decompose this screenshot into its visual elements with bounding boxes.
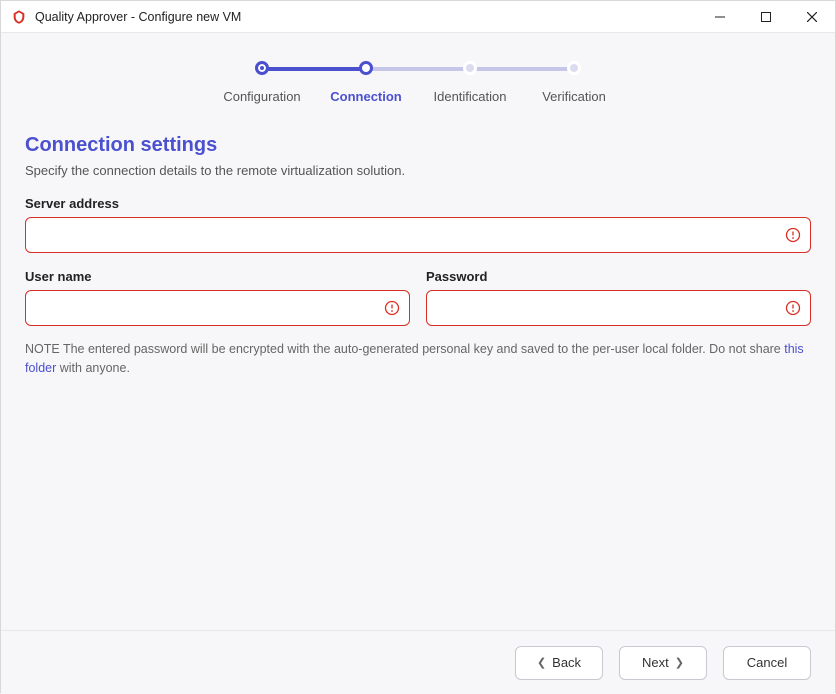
username-label: User name [25,269,410,284]
section-title: Connection settings [25,134,811,157]
password-label: Password [426,269,811,284]
cancel-button-label: Cancel [747,655,787,670]
titlebar: Quality Approver - Configure new VM [1,1,835,33]
close-button[interactable] [789,1,835,33]
window-title: Quality Approver - Configure new VM [35,10,697,24]
section-subtitle: Specify the connection details to the re… [25,163,811,178]
chevron-left-icon: ❮ [537,656,546,669]
chevron-right-icon: ❯ [675,656,684,669]
wizard-content: Configuration Connection Identification … [1,33,835,630]
step-label: Connection [330,89,402,104]
server-address-label: Server address [25,196,811,211]
server-address-input[interactable] [25,217,811,253]
next-button-label: Next [642,655,669,670]
error-icon [785,227,801,243]
wizard-footer: ❮ Back Next ❯ Cancel [1,630,835,694]
note-text-prefix: NOTE The entered password will be encryp… [25,342,784,356]
next-button[interactable]: Next ❯ [619,646,707,680]
step-configuration[interactable]: Configuration [210,61,314,104]
password-input[interactable] [426,290,811,326]
minimize-button[interactable] [697,1,743,33]
step-label: Configuration [223,89,300,104]
step-label: Verification [542,89,606,104]
error-icon [384,300,400,316]
error-icon [785,300,801,316]
back-button-label: Back [552,655,581,670]
app-icon [11,9,27,25]
password-note: NOTE The entered password will be encryp… [25,340,811,378]
username-input[interactable] [25,290,410,326]
maximize-button[interactable] [743,1,789,33]
window-controls [697,1,835,32]
step-label: Identification [434,89,507,104]
back-button[interactable]: ❮ Back [515,646,603,680]
note-text-suffix: with anyone. [56,361,130,375]
cancel-button[interactable]: Cancel [723,646,811,680]
stepper: Configuration Connection Identification … [25,61,811,104]
